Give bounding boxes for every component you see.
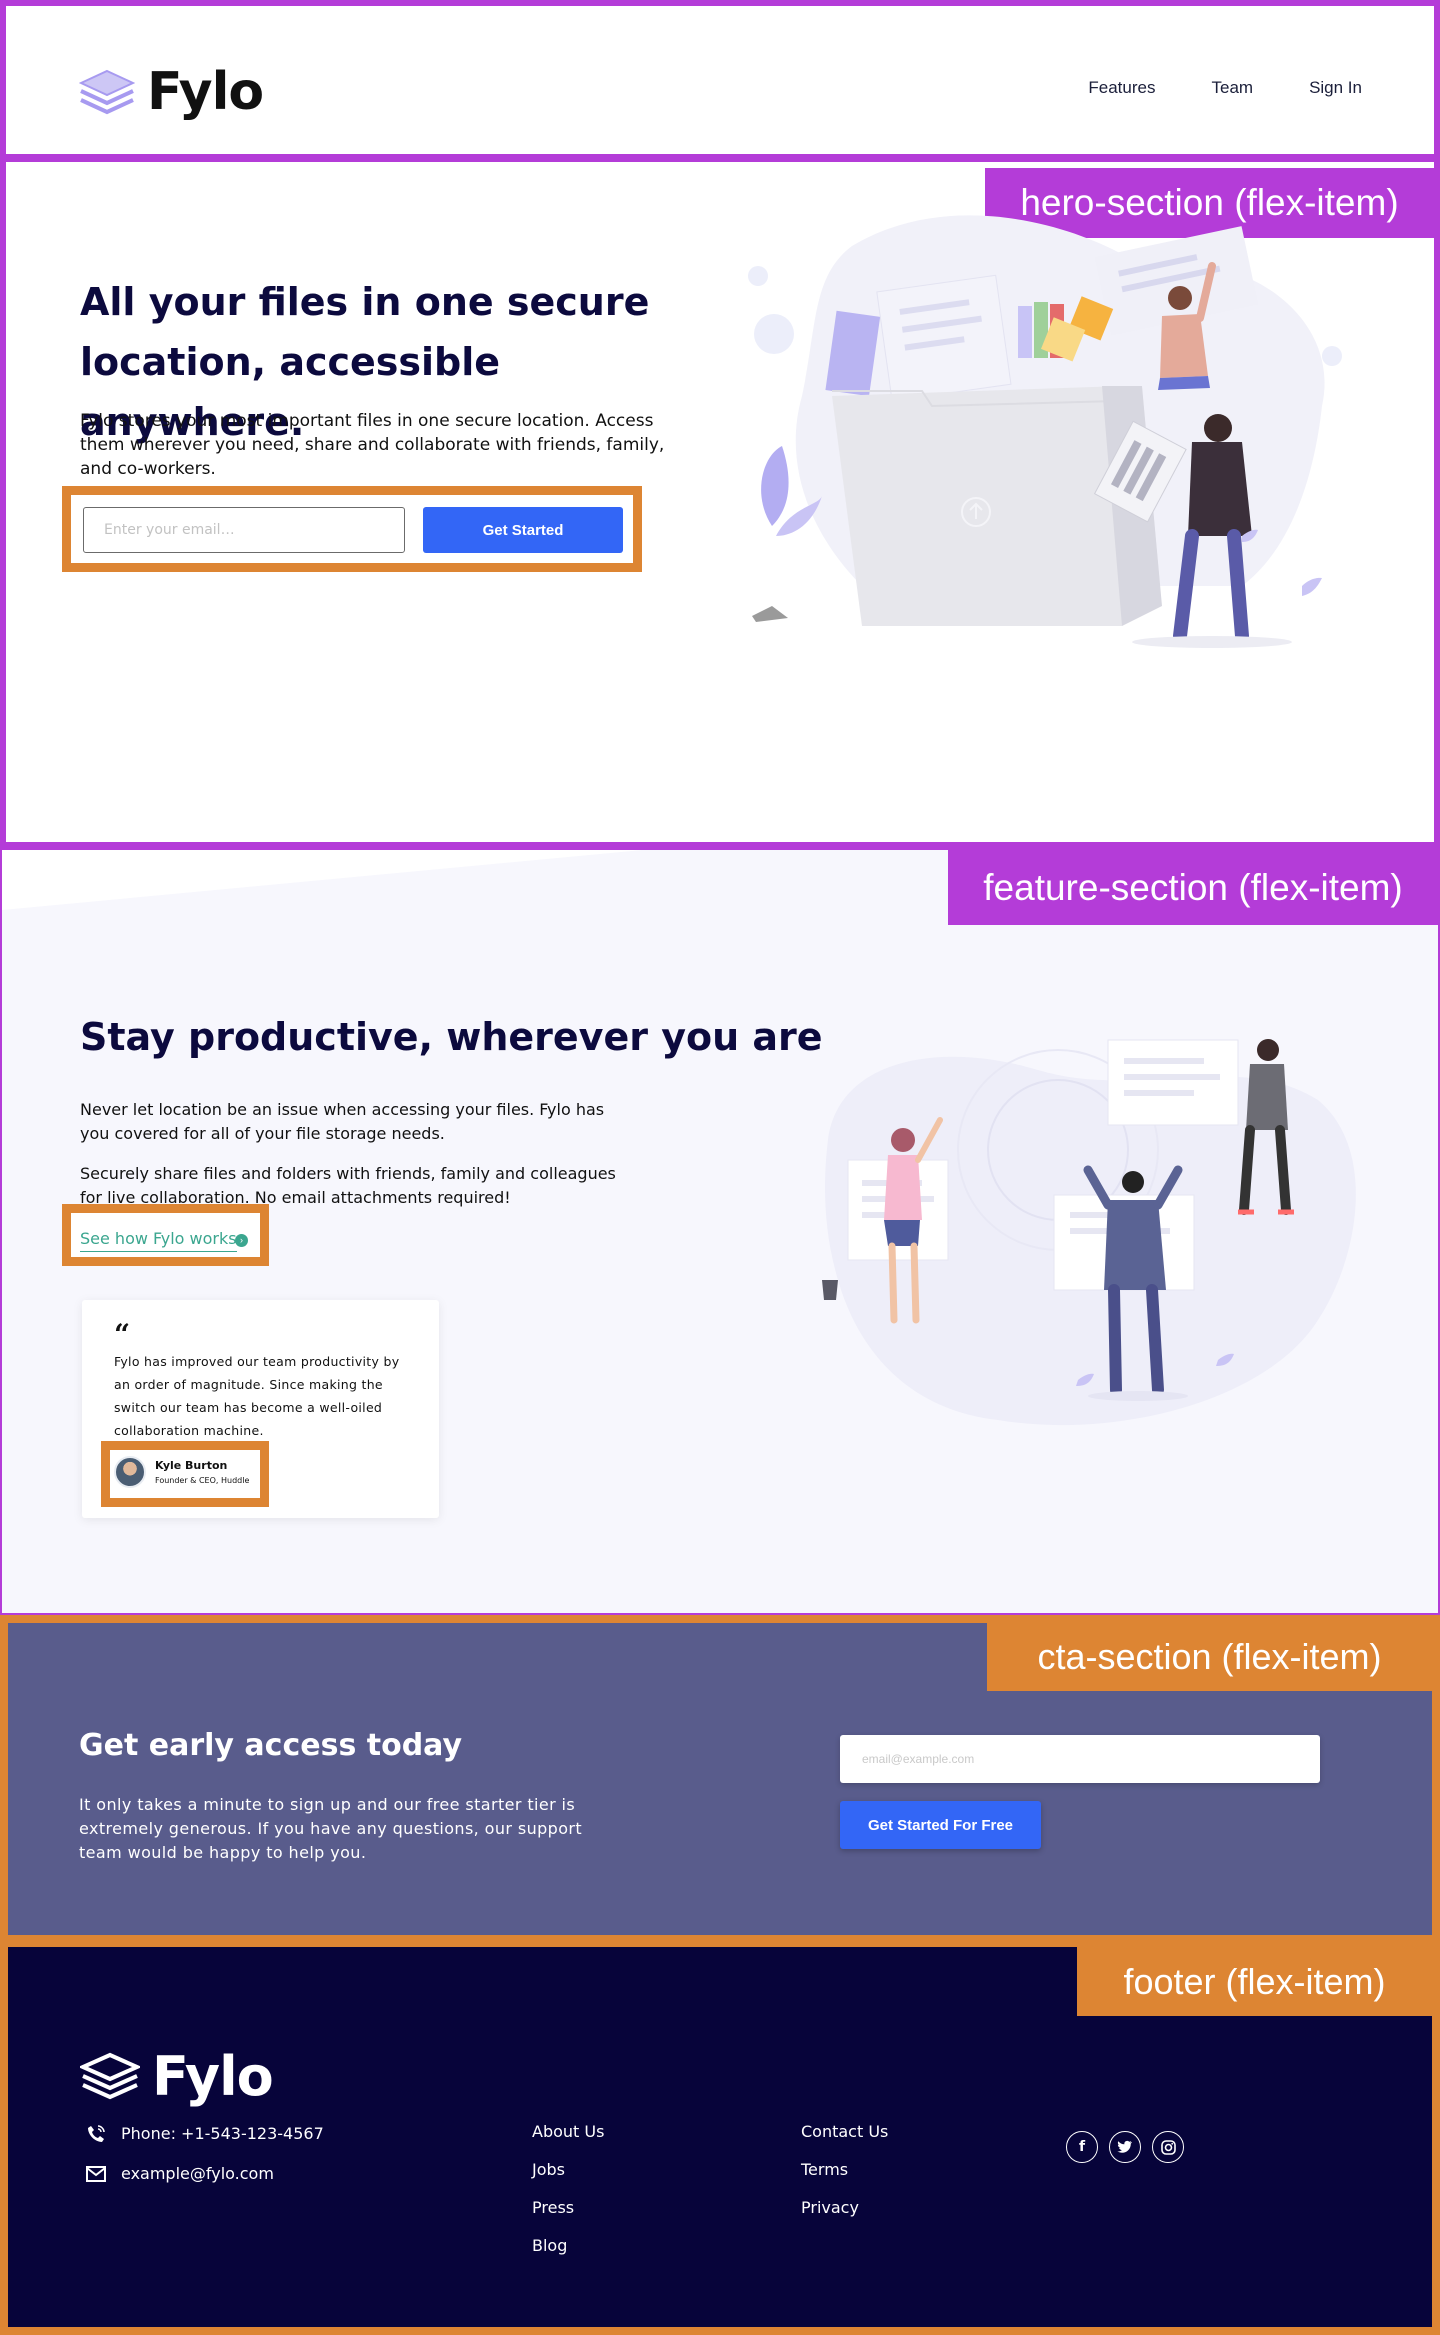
testimonial-author: Kyle Burton Founder & CEO, Huddle <box>101 1441 269 1507</box>
logo[interactable]: Fylo <box>79 62 264 122</box>
feature-section: feature-section (flex-item) Stay product… <box>0 850 1440 1615</box>
layers-icon <box>80 2052 140 2099</box>
people-with-folder-illustration <box>748 215 1342 648</box>
footer-link-contact-us[interactable]: Contact Us <box>801 2122 888 2142</box>
see-how-fylo-works-link[interactable]: See how Fylo works › <box>62 1204 269 1266</box>
feature-paragraph-2: Securely share files and folders with fr… <box>80 1164 616 1207</box>
feature-paragraph-1: Never let location be an issue when acce… <box>80 1100 605 1143</box>
instagram-icon[interactable] <box>1152 2131 1184 2163</box>
nav-team[interactable]: Team <box>1211 78 1253 98</box>
footer-link-blog[interactable]: Blog <box>532 2236 604 2256</box>
footer-logo-text: Fylo <box>152 2045 274 2108</box>
email-text: example@fylo.com <box>121 2164 274 2183</box>
phone-icon <box>81 2124 111 2143</box>
quote-icon: “ <box>114 1318 131 1351</box>
get-started-for-free-button[interactable]: Get Started For Free <box>840 1801 1041 1849</box>
author-name: Kyle Burton <box>155 1459 228 1472</box>
footer-link-press[interactable]: Press <box>532 2198 604 2218</box>
footer-link-jobs[interactable]: Jobs <box>532 2160 604 2180</box>
footer-section-tag: footer (flex-item) <box>1077 1947 1432 2016</box>
twitter-icon[interactable] <box>1109 2131 1141 2163</box>
see-how-link-label: See how Fylo works <box>80 1229 237 1252</box>
hero-email-input[interactable] <box>83 507 405 553</box>
social-links: f <box>1066 2131 1184 2163</box>
author-role: Founder & CEO, Huddle <box>155 1476 250 1485</box>
arrow-circle-icon: › <box>235 1234 248 1247</box>
email-icon <box>81 2165 111 2182</box>
footer: footer (flex-item) Fylo Phone: +1-543-12… <box>0 1947 1440 2335</box>
cta-section-tag: cta-section (flex-item) <box>987 1623 1432 1691</box>
feature-section-tag: feature-section (flex-item) <box>948 850 1438 925</box>
nav-features[interactable]: Features <box>1088 78 1155 98</box>
section-divider-wedge <box>2 850 642 910</box>
cta-description: It only takes a minute to sign up and ou… <box>79 1795 583 1862</box>
footer-email[interactable]: example@fylo.com <box>81 2164 274 2183</box>
team-collaboration-illustration <box>822 1039 1356 1426</box>
phone-text: Phone: +1-543-123-4567 <box>121 2124 324 2143</box>
hero-signup-form: Get Started <box>62 486 642 572</box>
footer-link-privacy[interactable]: Privacy <box>801 2198 888 2218</box>
cta-title: Get early access today <box>79 1728 463 1763</box>
hero-description: Fylo stores your most important files in… <box>80 411 665 479</box>
logo-text: Fylo <box>147 62 264 122</box>
footer-logo[interactable]: Fylo <box>80 2045 274 2108</box>
footer-link-terms[interactable]: Terms <box>801 2160 888 2180</box>
footer-links-column-1: About Us Jobs Press Blog <box>532 2122 604 2256</box>
footer-links-column-2: Contact Us Terms Privacy <box>801 2122 888 2218</box>
get-started-button[interactable]: Get Started <box>423 507 623 553</box>
layers-icon <box>79 69 135 115</box>
main-nav: Features Team Sign In <box>1088 78 1362 98</box>
cta-section: cta-section (flex-item) Get early access… <box>0 1615 1440 1947</box>
footer-phone: Phone: +1-543-123-4567 <box>81 2124 324 2143</box>
avatar <box>114 1456 146 1488</box>
nav-sign-in[interactable]: Sign In <box>1309 78 1362 98</box>
feature-title: Stay productive, wherever you are <box>80 1015 823 1059</box>
header: Fylo Features Team Sign In <box>0 0 1440 162</box>
cta-email-input[interactable] <box>840 1735 1320 1783</box>
facebook-icon[interactable]: f <box>1066 2131 1098 2163</box>
footer-link-about-us[interactable]: About Us <box>532 2122 604 2142</box>
testimonial-card: “ Fylo has improved our team productivit… <box>82 1300 439 1518</box>
hero-section: hero-section (flex-item) All your files … <box>0 162 1440 850</box>
testimonial-text: Fylo has improved our team productivity … <box>114 1354 400 1438</box>
